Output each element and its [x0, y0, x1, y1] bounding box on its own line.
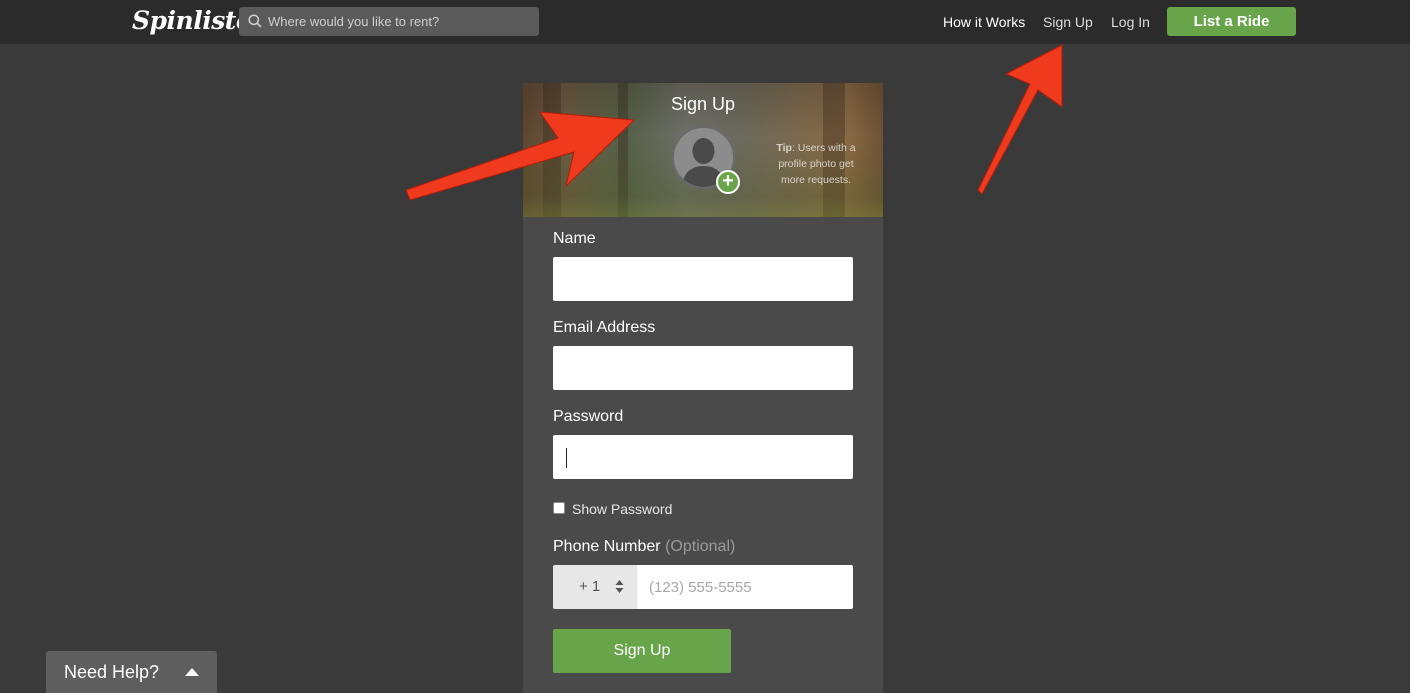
show-password-label[interactable]: Show Password [572, 501, 672, 517]
search-box[interactable] [239, 7, 539, 36]
sign-up-submit-button[interactable]: Sign Up [553, 629, 731, 673]
phone-label: Phone Number (Optional) [553, 538, 735, 556]
signup-header-banner: Sign Up + Tip: Users with a profile phot… [523, 83, 883, 217]
signup-panel: Sign Up + Tip: Users with a profile phot… [523, 83, 883, 693]
list-a-ride-button[interactable]: List a Ride [1167, 7, 1296, 36]
nav-how-it-works[interactable]: How it Works [943, 14, 1025, 30]
search-icon [248, 14, 262, 28]
tip-label: Tip [776, 142, 792, 154]
phone-label-text: Phone Number [553, 538, 661, 555]
plus-icon[interactable]: + [716, 170, 740, 194]
country-code-value: + 1 [579, 578, 601, 595]
country-code-select[interactable]: + 1 [553, 565, 637, 609]
email-field[interactable] [553, 346, 853, 390]
show-password-checkbox[interactable] [553, 502, 565, 514]
sort-arrows-icon [615, 580, 624, 593]
nav-sign-up[interactable]: Sign Up [1043, 14, 1093, 30]
name-field[interactable] [553, 257, 853, 301]
name-label: Name [553, 230, 596, 247]
caret-up-icon [185, 668, 199, 676]
email-label: Email Address [553, 319, 656, 336]
search-input[interactable] [268, 7, 533, 36]
need-help-widget[interactable]: Need Help? [46, 651, 217, 693]
text-cursor [566, 448, 567, 468]
password-field[interactable] [553, 435, 853, 479]
signup-title: Sign Up [670, 94, 736, 114]
top-navbar: Spinlister How it Works Sign Up Log In L… [0, 0, 1410, 44]
nav-log-in[interactable]: Log In [1111, 14, 1150, 30]
phone-number-field[interactable] [637, 565, 853, 609]
annotation-arrow-right [977, 44, 1063, 195]
phone-optional-hint: (Optional) [665, 538, 736, 555]
profile-photo-tip: Tip: Users with a profile photo get more… [766, 140, 866, 188]
password-label: Password [553, 408, 624, 425]
need-help-label: Need Help? [64, 662, 160, 682]
